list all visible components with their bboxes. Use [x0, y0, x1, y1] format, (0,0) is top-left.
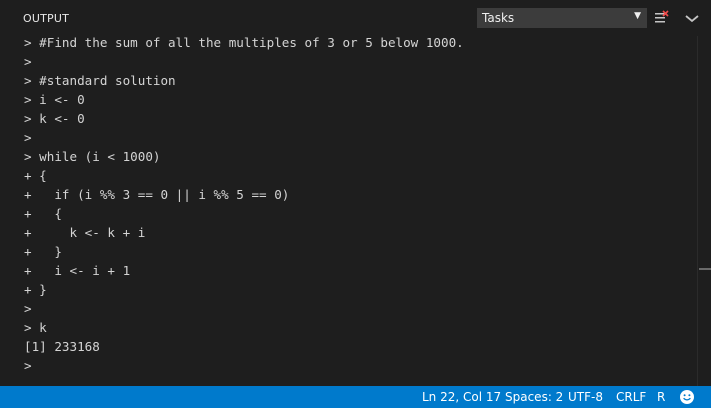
status-encoding[interactable]: UTF-8: [568, 390, 603, 404]
smiley-icon[interactable]: [679, 389, 695, 405]
vscode-output-panel: OUTPUT Tasks ▼ > #Find the sum of all th…: [0, 0, 711, 408]
output-line: > k: [24, 320, 47, 335]
output-line: >: [24, 130, 32, 145]
output-line: >: [24, 301, 32, 316]
output-line: + k <- k + i: [24, 225, 146, 240]
status-bar: Ln 22, Col 17 Spaces: 2 UTF-8 CRLF R: [0, 386, 711, 408]
output-channel-value: Tasks: [482, 11, 515, 25]
output-line: >: [24, 54, 32, 69]
panel-title-output[interactable]: OUTPUT: [23, 12, 69, 25]
output-line: + }: [24, 244, 62, 259]
output-console[interactable]: > #Find the sum of all the multiples of …: [0, 36, 697, 386]
output-line: + {: [24, 206, 62, 221]
output-line: [1] 233168: [24, 339, 100, 354]
clear-output-icon: [652, 8, 672, 28]
dropdown-caret-icon: ▼: [634, 11, 641, 21]
output-channel-select[interactable]: Tasks ▼: [477, 8, 647, 28]
output-line: > k <- 0: [24, 111, 85, 126]
scrollbar-track: [697, 36, 698, 386]
output-line: + i <- i + 1: [24, 263, 131, 278]
status-language-mode[interactable]: R: [657, 390, 665, 404]
output-line: + {: [24, 168, 47, 183]
status-indentation[interactable]: Spaces: 2: [505, 390, 563, 404]
output-line: >: [24, 358, 32, 373]
output-line: > i <- 0: [24, 92, 85, 107]
vertical-scrollbar[interactable]: [697, 36, 711, 386]
panel-header: OUTPUT Tasks ▼: [0, 0, 711, 36]
scrollbar-marker: [699, 268, 711, 270]
output-line: + if (i %% 3 == 0 || i %% 5 == 0): [24, 187, 290, 202]
status-line-ending[interactable]: CRLF: [616, 390, 646, 404]
clear-output-button[interactable]: [652, 8, 672, 28]
output-line: > while (i < 1000): [24, 149, 161, 164]
output-line: > #standard solution: [24, 73, 176, 88]
collapse-panel-button[interactable]: [682, 8, 702, 28]
chevron-down-icon: [682, 8, 702, 28]
status-cursor-position[interactable]: Ln 22, Col 17: [422, 390, 501, 404]
output-line: + }: [24, 282, 47, 297]
output-line: > #Find the sum of all the multiples of …: [24, 36, 464, 50]
